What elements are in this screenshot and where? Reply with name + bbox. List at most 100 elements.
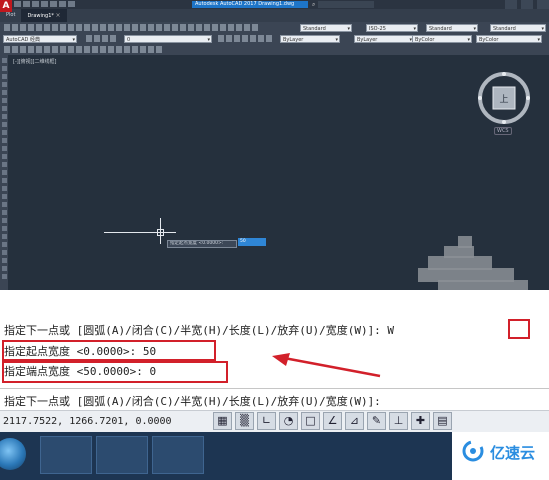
tool-icon[interactable] (110, 35, 116, 42)
dynamic-input-field[interactable]: 50 (238, 238, 266, 246)
open-file-icon[interactable] (23, 1, 30, 7)
tool-icon[interactable] (1, 114, 7, 119)
tool-icon[interactable] (28, 24, 34, 31)
tool-icon[interactable] (218, 35, 224, 42)
multileader-style-select[interactable]: Standard ▾ (490, 24, 546, 32)
crosshair-icon[interactable]: ✚ (411, 412, 430, 430)
layer-select[interactable]: 0 ▾ (124, 35, 212, 43)
autocad-logo-icon[interactable]: A (0, 0, 12, 12)
dynamic-ucs-icon[interactable]: ⊿ (345, 412, 364, 430)
tool-icon[interactable] (68, 46, 74, 53)
table-style-select[interactable]: Standard ▾ (426, 24, 478, 32)
tool-icon[interactable] (60, 46, 66, 53)
tool-icon[interactable] (204, 24, 210, 31)
tool-icon[interactable] (92, 24, 98, 31)
tool-icon[interactable] (172, 24, 178, 31)
tool-icon[interactable] (266, 35, 272, 42)
tool-icon[interactable] (44, 24, 50, 31)
tool-icon[interactable] (36, 24, 42, 31)
close-icon[interactable]: × (56, 12, 61, 19)
tool-icon[interactable] (1, 194, 7, 199)
tool-icon[interactable] (1, 154, 7, 159)
tool-icon[interactable] (92, 46, 98, 53)
tool-icon[interactable] (244, 24, 250, 31)
tool-icon[interactable] (242, 35, 248, 42)
otrack-icon[interactable]: ∠ (323, 412, 342, 430)
tool-icon[interactable] (228, 24, 234, 31)
tool-icon[interactable] (1, 82, 7, 87)
tool-icon[interactable] (234, 35, 240, 42)
tool-icon[interactable] (1, 178, 7, 183)
tool-icon[interactable] (1, 58, 7, 63)
tool-icon[interactable] (250, 35, 256, 42)
lineweight-icon[interactable]: ⊥ (389, 412, 408, 430)
tool-icon[interactable] (52, 46, 58, 53)
tool-icon[interactable] (164, 24, 170, 31)
tool-icon[interactable] (1, 274, 7, 279)
tool-icon[interactable] (124, 24, 130, 31)
tool-icon[interactable] (156, 46, 162, 53)
redo-icon[interactable] (68, 1, 75, 7)
tool-icon[interactable] (1, 226, 7, 231)
undo-icon[interactable] (59, 1, 66, 7)
tool-icon[interactable] (1, 146, 7, 151)
tool-icon[interactable] (52, 24, 58, 31)
tool-icon[interactable] (1, 162, 7, 167)
tool-icon[interactable] (36, 46, 42, 53)
taskbar-app-button[interactable] (96, 436, 148, 474)
tool-icon[interactable] (1, 266, 7, 271)
coordinate-readout[interactable]: 2117.7522, 1266.7201, 0.0000 (3, 416, 172, 427)
save-icon[interactable] (32, 1, 39, 7)
tool-icon[interactable] (258, 35, 264, 42)
tool-icon[interactable] (12, 24, 18, 31)
tool-icon[interactable] (212, 24, 218, 31)
viewcube-icon[interactable]: 上 (474, 68, 534, 128)
tool-icon[interactable] (180, 24, 186, 31)
linetype-select[interactable]: ByLayer ▾ (354, 35, 414, 43)
tool-icon[interactable] (28, 46, 34, 53)
tool-icon[interactable] (140, 24, 146, 31)
wcs-menu[interactable]: WCS (494, 127, 512, 135)
calculator-icon[interactable]: ▤ (433, 412, 452, 430)
tool-icon[interactable] (116, 46, 122, 53)
tool-icon[interactable] (116, 24, 122, 31)
tool-icon[interactable] (188, 24, 194, 31)
tab-drawing1[interactable]: Drawing1* × (21, 9, 67, 22)
tool-icon[interactable] (1, 138, 7, 143)
tool-icon[interactable] (1, 90, 7, 95)
tool-icon[interactable] (1, 66, 7, 71)
tool-icon[interactable] (84, 46, 90, 53)
color-select[interactable]: ByLayer ▾ (280, 35, 340, 43)
tool-icon[interactable] (132, 24, 138, 31)
viewport-controls-label[interactable]: [-][俯视][二维线框] (13, 58, 57, 65)
tool-icon[interactable] (148, 46, 154, 53)
tool-icon[interactable] (148, 24, 154, 31)
tool-icon[interactable] (132, 46, 138, 53)
tool-icon[interactable] (68, 24, 74, 31)
tool-icon[interactable] (1, 186, 7, 191)
tool-icon[interactable] (84, 24, 90, 31)
grid-icon[interactable]: ▒ (235, 412, 254, 430)
tool-icon[interactable] (1, 170, 7, 175)
tool-icon[interactable] (94, 35, 100, 42)
tool-icon[interactable] (220, 24, 226, 31)
tool-icon[interactable] (20, 24, 26, 31)
taskbar-app-button[interactable] (40, 436, 92, 474)
tool-icon[interactable] (108, 46, 114, 53)
tool-icon[interactable] (1, 210, 7, 215)
tool-icon[interactable] (124, 46, 130, 53)
tool-icon[interactable] (4, 46, 10, 53)
tool-icon[interactable] (226, 35, 232, 42)
tool-icon[interactable] (140, 46, 146, 53)
tool-icon[interactable] (12, 46, 18, 53)
tool-icon[interactable] (100, 24, 106, 31)
tool-icon[interactable] (44, 46, 50, 53)
ortho-icon[interactable]: ∟ (257, 412, 276, 430)
tool-icon[interactable] (1, 242, 7, 247)
tool-icon[interactable] (20, 46, 26, 53)
minimize-button[interactable] (505, 0, 517, 9)
dynamic-input-icon[interactable]: ✎ (367, 412, 386, 430)
tool-icon[interactable] (1, 74, 7, 79)
new-file-icon[interactable] (14, 1, 21, 7)
tool-icon[interactable] (76, 46, 82, 53)
